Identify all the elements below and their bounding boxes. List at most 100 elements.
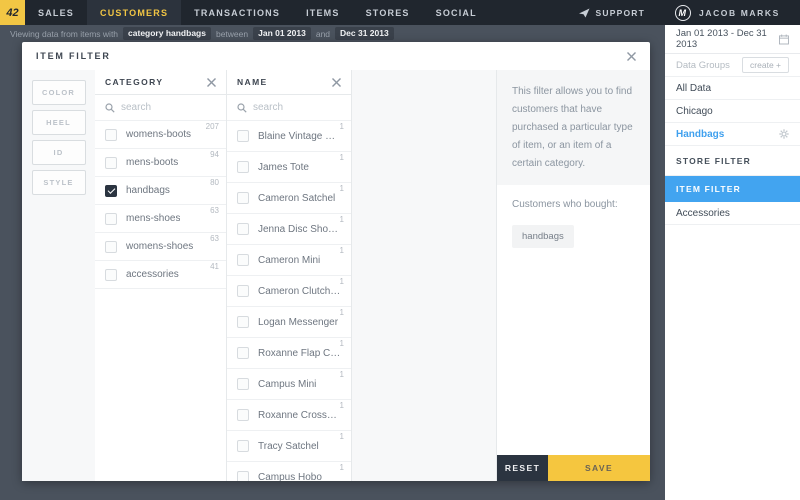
checkbox[interactable]: [237, 347, 249, 359]
name-item-count: 1: [339, 122, 344, 131]
sidebar-item-label: Handbags: [676, 128, 725, 140]
clear-name-icon[interactable]: [332, 77, 341, 87]
category-item[interactable]: womens-shoes 63: [95, 233, 226, 261]
support-label: SUPPORT: [595, 7, 645, 18]
close-icon[interactable]: [627, 51, 636, 61]
navbar-right: SUPPORT M JACOB MARKS: [559, 0, 800, 25]
name-item-count: 1: [339, 339, 344, 348]
name-item-count: 1: [339, 308, 344, 317]
save-button[interactable]: SAVE: [548, 455, 650, 481]
sidebar-item[interactable]: Chicago: [665, 100, 800, 123]
clear-category-icon[interactable]: [207, 77, 216, 87]
category-item-label: handbags: [126, 185, 170, 196]
nav-tab-label: STORES: [365, 7, 410, 18]
name-item[interactable]: Jenna Disc Shoulder 1: [227, 214, 351, 245]
name-item-label: Jenna Disc Shoulder: [258, 223, 341, 235]
category-item-count: 94: [210, 150, 219, 159]
checkbox[interactable]: [237, 223, 249, 235]
name-item-label: Campus Hobo: [258, 471, 322, 482]
user-menu[interactable]: M JACOB MARKS: [665, 4, 800, 21]
sidebar-item-label: Accessories: [676, 207, 730, 219]
checkbox[interactable]: [105, 184, 117, 197]
checkbox[interactable]: [105, 268, 117, 281]
sidebar-item-label: STORE FILTER: [676, 155, 752, 166]
nav-tab[interactable]: CUSTOMERS: [87, 0, 182, 25]
name-item[interactable]: Cameron Mini 1: [227, 245, 351, 276]
checkbox[interactable]: [105, 240, 117, 253]
facet-button[interactable]: STYLE: [31, 170, 86, 195]
nav-tab-label: SALES: [38, 7, 75, 18]
nav-tab[interactable]: SALES: [25, 0, 87, 25]
name-item[interactable]: Campus Hobo 1: [227, 462, 351, 481]
checkbox[interactable]: [105, 156, 117, 169]
sidebar-item[interactable]: All Data: [665, 77, 800, 100]
facet-button[interactable]: HEEL: [31, 110, 86, 135]
category-item[interactable]: handbags 80: [95, 177, 226, 205]
search-icon: [105, 102, 115, 113]
modal-body: COLOR HEEL ID STYLE CATEGORY search wome…: [22, 70, 650, 481]
name-item-label: Roxanne Crossbody: [258, 409, 341, 421]
checkbox[interactable]: [105, 212, 117, 225]
category-search-input[interactable]: [121, 102, 216, 113]
facet-button[interactable]: COLOR: [31, 80, 86, 105]
selection-label: Customers who bought:: [512, 199, 618, 210]
start-date-chip[interactable]: Jan 01 2013: [253, 27, 311, 40]
name-item[interactable]: Campus Mini 1: [227, 369, 351, 400]
category-item[interactable]: accessories 41: [95, 261, 226, 289]
category-item[interactable]: womens-boots 207: [95, 121, 226, 149]
name-item-count: 1: [339, 432, 344, 441]
name-item[interactable]: Cameron Clutch Crossbody 1: [227, 276, 351, 307]
gear-icon[interactable]: [779, 129, 789, 139]
name-item[interactable]: Cameron Satchel 1: [227, 183, 351, 214]
name-item[interactable]: Roxanne Flap Crossbody 1: [227, 338, 351, 369]
nav-tab[interactable]: STORES: [353, 0, 423, 25]
checkbox[interactable]: [237, 471, 249, 481]
facet-button[interactable]: ID: [31, 140, 86, 165]
checkbox[interactable]: [237, 440, 249, 452]
reset-button[interactable]: RESET: [497, 455, 548, 481]
sidebar-item[interactable]: Handbags: [665, 123, 800, 146]
nav-tabs: SALES CUSTOMERS TRANSACTIONS ITEMS STORE…: [25, 0, 490, 25]
nav-tab[interactable]: TRANSACTIONS: [181, 0, 293, 25]
create-group-button[interactable]: create +: [742, 57, 789, 73]
date-range-selector[interactable]: Jan 01 2013 - Dec 31 2013: [665, 25, 800, 54]
category-item-count: 207: [205, 122, 219, 131]
category-search-row: [95, 95, 226, 121]
category-item[interactable]: mens-boots 94: [95, 149, 226, 177]
sidebar-item[interactable]: ITEM FILTER: [665, 176, 800, 202]
nav-tab[interactable]: ITEMS: [293, 0, 353, 25]
avatar: M: [675, 4, 691, 21]
modal-title: ITEM FILTER: [36, 51, 111, 61]
end-date-chip[interactable]: Dec 31 2013: [335, 27, 394, 40]
checkbox[interactable]: [237, 409, 249, 421]
selection-summary: Customers who bought: handbags: [497, 185, 650, 455]
name-item[interactable]: Roxanne Crossbody 1: [227, 400, 351, 431]
name-item[interactable]: Logan Messenger 1: [227, 307, 351, 338]
checkbox[interactable]: [237, 161, 249, 173]
name-item[interactable]: James Tote 1: [227, 152, 351, 183]
checkbox[interactable]: [237, 285, 249, 297]
sidebar-item-label: Chicago: [676, 105, 713, 117]
checkbox[interactable]: [237, 378, 249, 390]
checkbox[interactable]: [237, 130, 249, 142]
checkbox[interactable]: [237, 192, 249, 204]
name-item[interactable]: Blaine Vintage Back Pack 1: [227, 121, 351, 152]
checkbox[interactable]: [237, 254, 249, 266]
category-filter-chip[interactable]: category handbags: [123, 27, 211, 40]
checkbox[interactable]: [237, 316, 249, 328]
selected-tag[interactable]: handbags: [512, 225, 574, 248]
sidebar-item[interactable]: STORE FILTER: [665, 146, 800, 176]
name-item-count: 1: [339, 184, 344, 193]
category-item[interactable]: mens-shoes 63: [95, 205, 226, 233]
app-logo[interactable]: 42: [0, 0, 25, 25]
checkbox[interactable]: [105, 128, 117, 141]
name-item[interactable]: Tracy Satchel 1: [227, 431, 351, 462]
selection-tags: handbags: [512, 225, 635, 248]
name-search-input[interactable]: [253, 102, 341, 113]
sidebar-item[interactable]: Accessories: [665, 202, 800, 225]
sidebar-item-label: All Data: [676, 82, 712, 94]
name-item-count: 1: [339, 463, 344, 472]
data-groups-row: Data Groups create +: [665, 54, 800, 77]
support-link[interactable]: SUPPORT: [559, 8, 666, 18]
nav-tab[interactable]: SOCIAL: [423, 0, 490, 25]
